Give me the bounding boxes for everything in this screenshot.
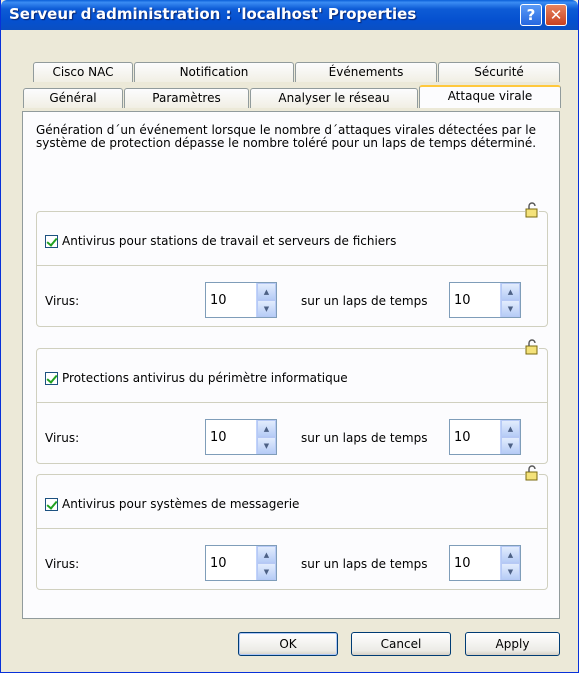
stepper-buttons: ▲ ▼ bbox=[500, 283, 520, 317]
tab-label: Général bbox=[49, 91, 97, 105]
time-lapse-label: sur un laps de temps bbox=[301, 431, 428, 445]
checkbox-label: Antivirus pour stations de travail et se… bbox=[62, 234, 397, 248]
checkbox-label: Protections antivirus du périmètre infor… bbox=[62, 371, 348, 385]
divider bbox=[37, 402, 547, 403]
checkbox-row[interactable]: Antivirus pour systèmes de messagerie bbox=[45, 497, 299, 511]
time-lapse-input[interactable] bbox=[450, 546, 500, 580]
tab-panel-attaque-virale: Génération d´un événement lorsque le nom… bbox=[22, 111, 560, 619]
tab-notification[interactable]: Notification bbox=[134, 62, 294, 82]
perimeter-checkbox[interactable] bbox=[45, 371, 58, 385]
chevron-up-icon[interactable]: ▲ bbox=[501, 546, 520, 563]
tab-analyser-le-reseau[interactable]: Analyser le réseau bbox=[250, 88, 418, 108]
chevron-up-icon[interactable]: ▲ bbox=[257, 420, 276, 437]
virus-count-input[interactable] bbox=[206, 283, 256, 317]
time-lapse-stepper[interactable]: ▲ ▼ bbox=[449, 282, 521, 318]
group-mail-systems: Antivirus pour systèmes de messagerie Vi… bbox=[36, 465, 548, 590]
stepper-buttons: ▲ ▼ bbox=[500, 546, 520, 580]
stepper-buttons: ▲ ▼ bbox=[256, 420, 276, 454]
group-workstations: Antivirus pour stations de travail et se… bbox=[36, 202, 548, 327]
time-lapse-label: sur un laps de temps bbox=[301, 557, 428, 571]
stepper-buttons: ▲ ▼ bbox=[256, 546, 276, 580]
properties-dialog: Serveur d'administration : 'localhost' P… bbox=[0, 0, 579, 673]
help-button[interactable]: ? bbox=[520, 4, 542, 26]
chevron-up-icon[interactable]: ▲ bbox=[501, 420, 520, 437]
tab-securite[interactable]: Sécurité bbox=[438, 62, 560, 82]
apply-button[interactable]: Apply bbox=[465, 632, 560, 656]
chevron-down-icon[interactable]: ▼ bbox=[257, 300, 276, 317]
workstations-checkbox[interactable] bbox=[45, 234, 58, 248]
stepper-buttons: ▲ ▼ bbox=[256, 283, 276, 317]
time-lapse-stepper[interactable]: ▲ ▼ bbox=[449, 419, 521, 455]
help-icon: ? bbox=[526, 6, 536, 24]
mail-systems-checkbox[interactable] bbox=[45, 497, 58, 511]
tab-label: Analyser le réseau bbox=[278, 91, 390, 105]
close-icon: ✕ bbox=[549, 6, 563, 24]
chevron-up-icon[interactable]: ▲ bbox=[501, 283, 520, 300]
tab-label: Notification bbox=[179, 65, 249, 79]
group-perimeter: Protections antivirus du périmètre infor… bbox=[36, 339, 548, 464]
tab-label: Événements bbox=[328, 65, 404, 79]
close-button[interactable]: ✕ bbox=[545, 4, 567, 26]
checkbox-row[interactable]: Protections antivirus du périmètre infor… bbox=[45, 371, 348, 385]
lock-icon[interactable] bbox=[525, 339, 539, 355]
virus-label: Virus: bbox=[45, 294, 80, 308]
checkbox-row[interactable]: Antivirus pour stations de travail et se… bbox=[45, 234, 396, 248]
lock-icon[interactable] bbox=[525, 202, 539, 218]
chevron-down-icon[interactable]: ▼ bbox=[501, 300, 520, 317]
checkbox-label: Antivirus pour systèmes de messagerie bbox=[62, 497, 300, 511]
chevron-down-icon[interactable]: ▼ bbox=[257, 563, 276, 580]
virus-label: Virus: bbox=[45, 431, 80, 445]
tab-label: Sécurité bbox=[474, 65, 524, 79]
window-title: Serveur d'administration : 'localhost' P… bbox=[9, 5, 417, 23]
time-lapse-stepper[interactable]: ▲ ▼ bbox=[449, 545, 521, 581]
stepper-buttons: ▲ ▼ bbox=[500, 420, 520, 454]
title-bar[interactable]: Serveur d'administration : 'localhost' P… bbox=[1, 0, 578, 30]
virus-count-stepper[interactable]: ▲ ▼ bbox=[205, 419, 277, 455]
divider bbox=[37, 265, 547, 266]
time-lapse-label: sur un laps de temps bbox=[301, 294, 428, 308]
divider bbox=[37, 528, 547, 529]
time-lapse-input[interactable] bbox=[450, 420, 500, 454]
chevron-up-icon[interactable]: ▲ bbox=[257, 546, 276, 563]
time-lapse-input[interactable] bbox=[450, 283, 500, 317]
tab-attaque-virale[interactable]: Attaque virale bbox=[419, 85, 561, 108]
lock-icon[interactable] bbox=[525, 465, 539, 481]
tab-label: Paramètres bbox=[152, 91, 221, 105]
tab-label: Attaque virale bbox=[447, 89, 533, 103]
virus-count-input[interactable] bbox=[206, 420, 256, 454]
tab-evenements[interactable]: Événements bbox=[295, 62, 437, 82]
virus-count-stepper[interactable]: ▲ ▼ bbox=[205, 545, 277, 581]
tab-parametres[interactable]: Paramètres bbox=[124, 88, 249, 108]
ok-button[interactable]: OK bbox=[238, 632, 338, 656]
virus-count-input[interactable] bbox=[206, 546, 256, 580]
chevron-down-icon[interactable]: ▼ bbox=[501, 437, 520, 454]
tab-cisco-nac[interactable]: Cisco NAC bbox=[33, 62, 133, 82]
virus-label: Virus: bbox=[45, 557, 80, 571]
cancel-button[interactable]: Cancel bbox=[351, 632, 451, 656]
chevron-up-icon[interactable]: ▲ bbox=[257, 283, 276, 300]
virus-count-stepper[interactable]: ▲ ▼ bbox=[205, 282, 277, 318]
description-text: Génération d´un événement lorsque le nom… bbox=[36, 123, 537, 150]
chevron-down-icon[interactable]: ▼ bbox=[257, 437, 276, 454]
tab-label: Cisco NAC bbox=[52, 65, 114, 79]
tab-general[interactable]: Général bbox=[23, 88, 123, 108]
chevron-down-icon[interactable]: ▼ bbox=[501, 563, 520, 580]
